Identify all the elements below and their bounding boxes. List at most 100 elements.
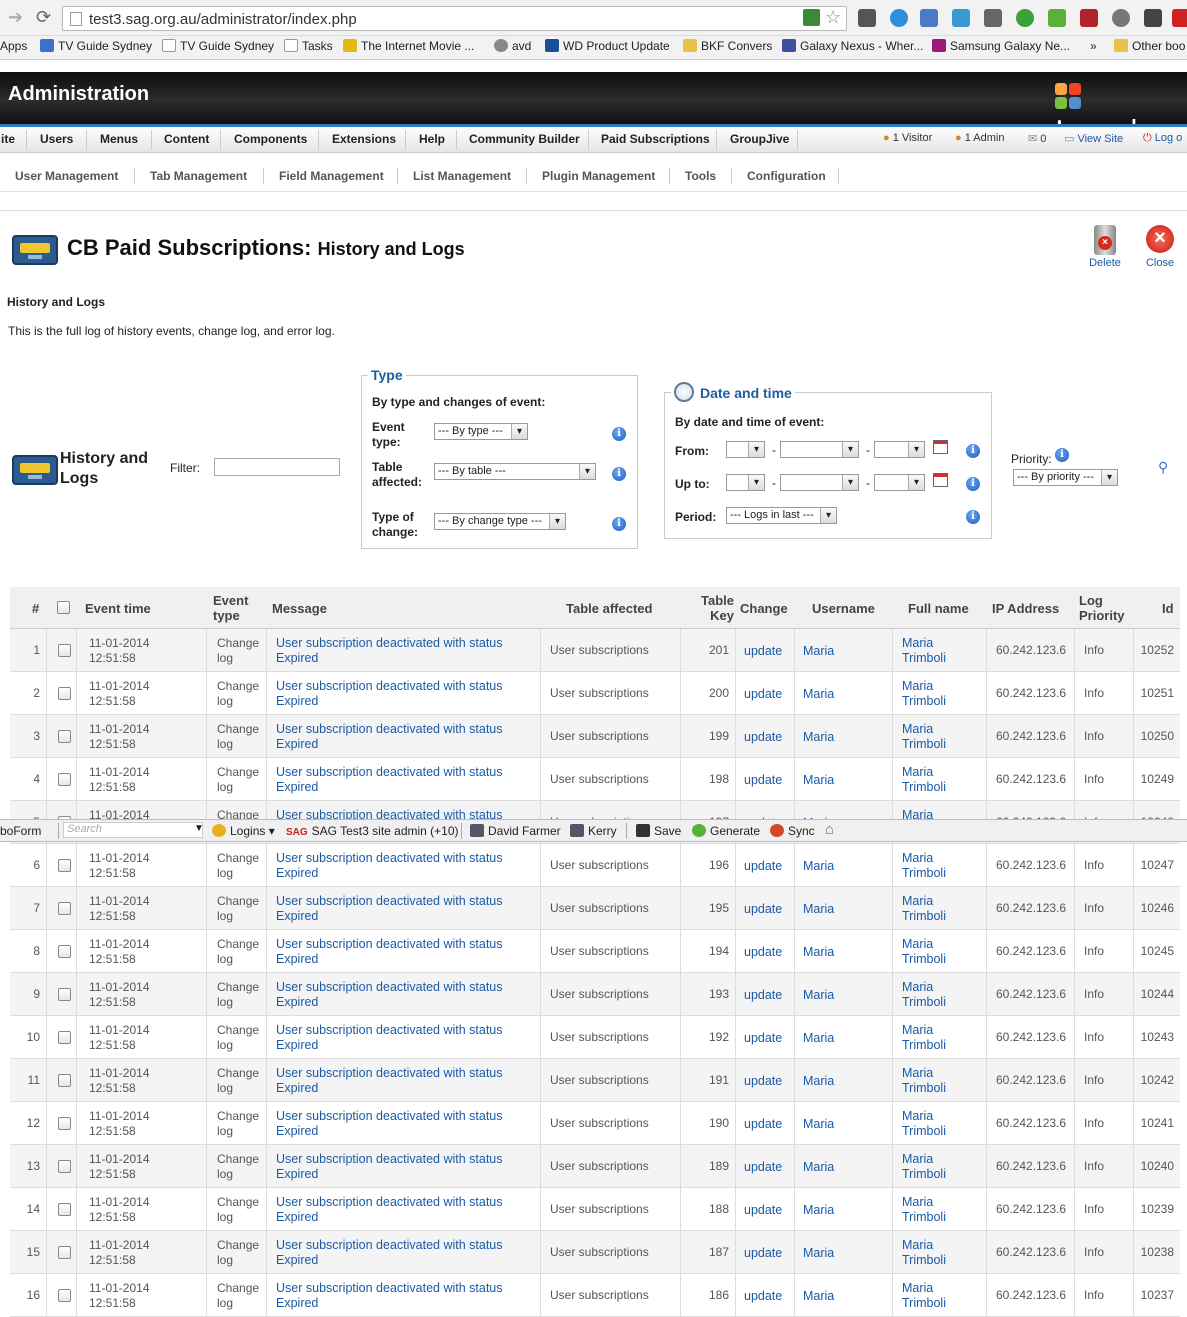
message-link[interactable]: User subscription deactivated with statu… [276, 636, 503, 651]
bookmark-tv-guide-2[interactable]: TV Guide Sydney [162, 39, 274, 53]
chevron-down-icon[interactable]: ▼ [194, 823, 204, 834]
full-name-last[interactable]: Trimboli [902, 1296, 946, 1311]
table-affected-select[interactable]: --- By table --- [434, 463, 596, 480]
submenu-user-management[interactable]: User Management [15, 169, 118, 183]
full-name-first[interactable]: Maria [902, 1023, 933, 1038]
submenu-plugin-management[interactable]: Plugin Management [542, 169, 655, 183]
message-link[interactable]: User subscription deactivated with statu… [276, 1152, 503, 1167]
username-link[interactable]: Maria [803, 1246, 834, 1261]
info-icon[interactable]: i [966, 477, 980, 491]
menu-site[interactable]: ite [1, 132, 15, 146]
col-change[interactable]: Change [740, 601, 788, 616]
message-status[interactable]: Expired [276, 1081, 318, 1096]
bookmarks-overflow[interactable]: » [1090, 39, 1097, 53]
bookmark-imdb[interactable]: The Internet Movie ... [343, 39, 474, 53]
full-name-first[interactable]: Maria [902, 679, 933, 694]
full-name-last[interactable]: Trimboli [902, 651, 946, 666]
calendar-icon[interactable] [933, 473, 948, 487]
message-link[interactable]: User subscription deactivated with statu… [276, 937, 503, 952]
full-name-first[interactable]: Maria [902, 765, 933, 780]
full-name-last[interactable]: Trimboli [902, 694, 946, 709]
row-checkbox[interactable] [58, 1074, 71, 1087]
change-link[interactable]: update [744, 1246, 782, 1261]
info-icon[interactable]: i [966, 510, 980, 524]
message-status[interactable]: Expired [276, 737, 318, 752]
priority-select[interactable]: --- By priority --- [1013, 469, 1118, 486]
logins-menu[interactable]: Logins ▾ [212, 824, 275, 838]
menu-community-builder[interactable]: Community Builder [469, 132, 580, 146]
event-type-select[interactable]: --- By type --- [434, 423, 528, 440]
site-admin-login[interactable]: SAG SAG Test3 site admin (+10) [286, 824, 459, 838]
full-name-first[interactable]: Maria [902, 1195, 933, 1210]
view-site-link[interactable]: ▭ View Site [1064, 132, 1123, 145]
menu-content[interactable]: Content [164, 132, 209, 146]
full-name-last[interactable]: Trimboli [902, 737, 946, 752]
full-name-first[interactable]: Maria [902, 937, 933, 952]
delete-button[interactable]: × Delete [1086, 225, 1124, 269]
from-year-select[interactable] [874, 441, 925, 458]
extension-bug-icon[interactable] [858, 9, 876, 27]
col-full-name[interactable]: Full name [908, 601, 969, 616]
messages-count[interactable]: ✉ 0 [1028, 132, 1046, 145]
row-checkbox[interactable] [58, 730, 71, 743]
username-link[interactable]: Maria [803, 1117, 834, 1132]
full-name-last[interactable]: Trimboli [902, 1038, 946, 1053]
full-name-first[interactable]: Maria [902, 1152, 933, 1167]
message-link[interactable]: User subscription deactivated with statu… [276, 851, 503, 866]
from-day-select[interactable] [726, 441, 765, 458]
row-checkbox[interactable] [58, 773, 71, 786]
extension-pen-icon[interactable] [1144, 9, 1162, 27]
message-status[interactable]: Expired [276, 995, 318, 1010]
message-link[interactable]: User subscription deactivated with statu… [276, 1109, 503, 1124]
forward-icon[interactable]: ➔ [8, 7, 23, 28]
message-status[interactable]: Expired [276, 694, 318, 709]
boform-item[interactable]: boForm [0, 824, 41, 838]
username-link[interactable]: Maria [803, 859, 834, 874]
row-checkbox[interactable] [58, 945, 71, 958]
change-link[interactable]: update [744, 644, 782, 659]
search-icon[interactable]: ⚲ [1158, 459, 1168, 476]
menu-groupjive[interactable]: GroupJive [730, 132, 789, 146]
change-link[interactable]: update [744, 988, 782, 1003]
address-bar[interactable]: test3.sag.org.au/administrator/index.php… [62, 6, 847, 31]
star-icon[interactable]: ☆ [825, 7, 841, 28]
bookmark-samsung[interactable]: Samsung Galaxy Ne... [932, 39, 1070, 53]
login-david-farmer[interactable]: David Farmer [470, 824, 561, 838]
submenu-configuration[interactable]: Configuration [747, 169, 826, 183]
full-name-last[interactable]: Trimboli [902, 780, 946, 795]
logout-link[interactable]: ⏻ Log o [1143, 132, 1182, 145]
row-checkbox[interactable] [58, 902, 71, 915]
from-month-select[interactable] [780, 441, 859, 458]
row-checkbox[interactable] [58, 1203, 71, 1216]
row-checkbox[interactable] [58, 687, 71, 700]
menu-components[interactable]: Components [234, 132, 307, 146]
extension-mail-icon[interactable] [1172, 9, 1187, 27]
username-link[interactable]: Maria [803, 1074, 834, 1089]
shield-extension-icon[interactable] [803, 9, 820, 26]
extension-network-icon[interactable] [952, 9, 970, 27]
change-link[interactable]: update [744, 1031, 782, 1046]
close-button[interactable]: × Close [1140, 225, 1180, 269]
full-name-first[interactable]: Maria [902, 1281, 933, 1296]
submenu-list-management[interactable]: List Management [413, 169, 511, 183]
col-event-time[interactable]: Event time [85, 601, 151, 616]
bookmark-galaxy-nexus[interactable]: Galaxy Nexus - Wher... [782, 39, 923, 53]
row-checkbox[interactable] [58, 1246, 71, 1259]
username-link[interactable]: Maria [803, 945, 834, 960]
info-icon[interactable]: i [612, 467, 626, 481]
full-name-first[interactable]: Maria [902, 636, 933, 651]
menu-extensions[interactable]: Extensions [332, 132, 396, 146]
reload-icon[interactable]: ⟳ [36, 7, 51, 28]
full-name-first[interactable]: Maria [902, 1066, 933, 1081]
message-status[interactable]: Expired [276, 1038, 318, 1053]
submenu-tab-management[interactable]: Tab Management [150, 169, 247, 183]
message-status[interactable]: Expired [276, 651, 318, 666]
bookmark-tv-guide-1[interactable]: TV Guide Sydney [40, 39, 152, 53]
info-icon[interactable]: i [1055, 448, 1069, 462]
change-link[interactable]: update [744, 1203, 782, 1218]
full-name-first[interactable]: Maria [902, 851, 933, 866]
bookmark-bkf[interactable]: BKF Convers [683, 39, 772, 53]
change-link[interactable]: update [744, 945, 782, 960]
filter-input[interactable] [214, 458, 340, 476]
login-kerry[interactable]: Kerry [570, 824, 617, 838]
